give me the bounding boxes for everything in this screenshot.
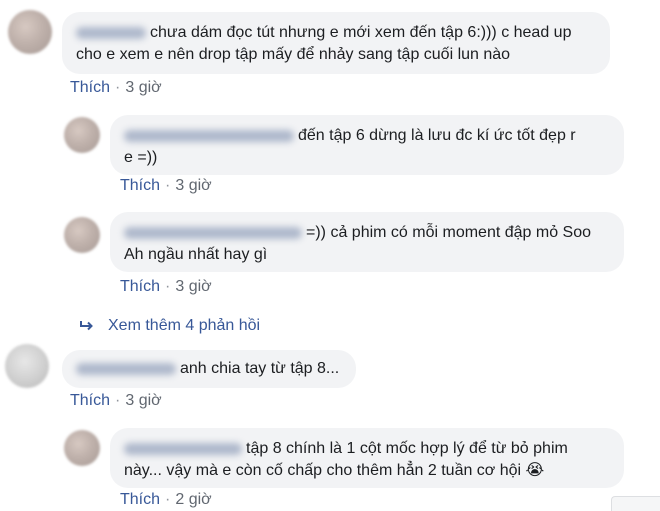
comment-text-line: Ah ngầu nhất hay gì (124, 246, 268, 263)
view-more-replies-label: Xem thêm 4 phản hồi (108, 317, 261, 334)
comment-timestamp[interactable]: 3 giờ (125, 392, 161, 409)
chat-tab-corner[interactable] (611, 496, 660, 511)
avatar[interactable] (8, 10, 52, 54)
like-link[interactable]: Thích (70, 392, 110, 409)
comment-text-line: anh chia tay từ tập 8... (76, 358, 342, 380)
comment-bubble: đến tập 6 dừng là lưu đc kí ức tốt đẹp r… (110, 115, 624, 175)
avatar[interactable] (5, 344, 49, 388)
comment-timestamp[interactable]: 3 giờ (175, 177, 211, 194)
reply-arrow-icon (80, 321, 93, 331)
like-link[interactable]: Thích (120, 177, 160, 194)
avatar[interactable] (64, 117, 100, 153)
comment-bubble: chưa dám đọc tút nhưng e mới xem đến tập… (62, 12, 610, 74)
comment-bubble: =)) cả phim có mỗi moment đập mỏ Soo Ah … (110, 212, 624, 272)
separator-dot: · (165, 491, 171, 508)
comment-actions: Thích · 3 giờ (70, 391, 162, 411)
crying-emoji-icon: 😭 (525, 462, 545, 479)
blurred-author-name (124, 129, 294, 142)
comment-bubble: anh chia tay từ tập 8... (62, 350, 356, 388)
like-link[interactable]: Thích (70, 79, 110, 96)
comment-text-line: này... vậy mà e còn cố chấp cho thêm hẳn… (124, 462, 545, 479)
avatar[interactable] (64, 217, 100, 253)
blurred-author-name (124, 442, 242, 455)
separator-dot: · (115, 392, 121, 409)
comment-bubble: tập 8 chính là 1 cột mốc hợp lý để từ bỏ… (110, 428, 624, 488)
comment-text-line: tập 8 chính là 1 cột mốc hợp lý để từ bỏ… (124, 438, 610, 460)
separator-dot: · (165, 177, 171, 194)
blurred-author-name (76, 362, 176, 375)
comment-text-line: =)) cả phim có mỗi moment đập mỏ Soo (124, 222, 610, 244)
comment-timestamp[interactable]: 2 giờ (175, 491, 211, 508)
blurred-author-name (124, 226, 302, 239)
comment-timestamp[interactable]: 3 giờ (175, 278, 211, 295)
view-more-replies-link[interactable]: Xem thêm 4 phản hồi (80, 315, 260, 337)
separator-dot: · (165, 278, 171, 295)
comment-actions: Thích · 3 giờ (70, 78, 162, 98)
comment-text-line: đến tập 6 dừng là lưu đc kí ức tốt đẹp r (124, 125, 610, 147)
blurred-author-name (76, 26, 146, 39)
comment-timestamp[interactable]: 3 giờ (125, 79, 161, 96)
like-link[interactable]: Thích (120, 278, 160, 295)
separator-dot: · (115, 79, 121, 96)
avatar[interactable] (64, 430, 100, 466)
comment-actions: Thích · 3 giờ (120, 176, 212, 196)
comment-actions: Thích · 3 giờ (120, 277, 212, 297)
comment-text-line: chưa dám đọc tút nhưng e mới xem đến tập… (76, 22, 596, 44)
comment-text-line: e =)) (124, 149, 158, 166)
comment-actions: Thích · 2 giờ (120, 490, 212, 510)
comment-text-line: cho e xem e nên drop tập mấy để nhảy san… (76, 46, 511, 63)
like-link[interactable]: Thích (120, 491, 160, 508)
